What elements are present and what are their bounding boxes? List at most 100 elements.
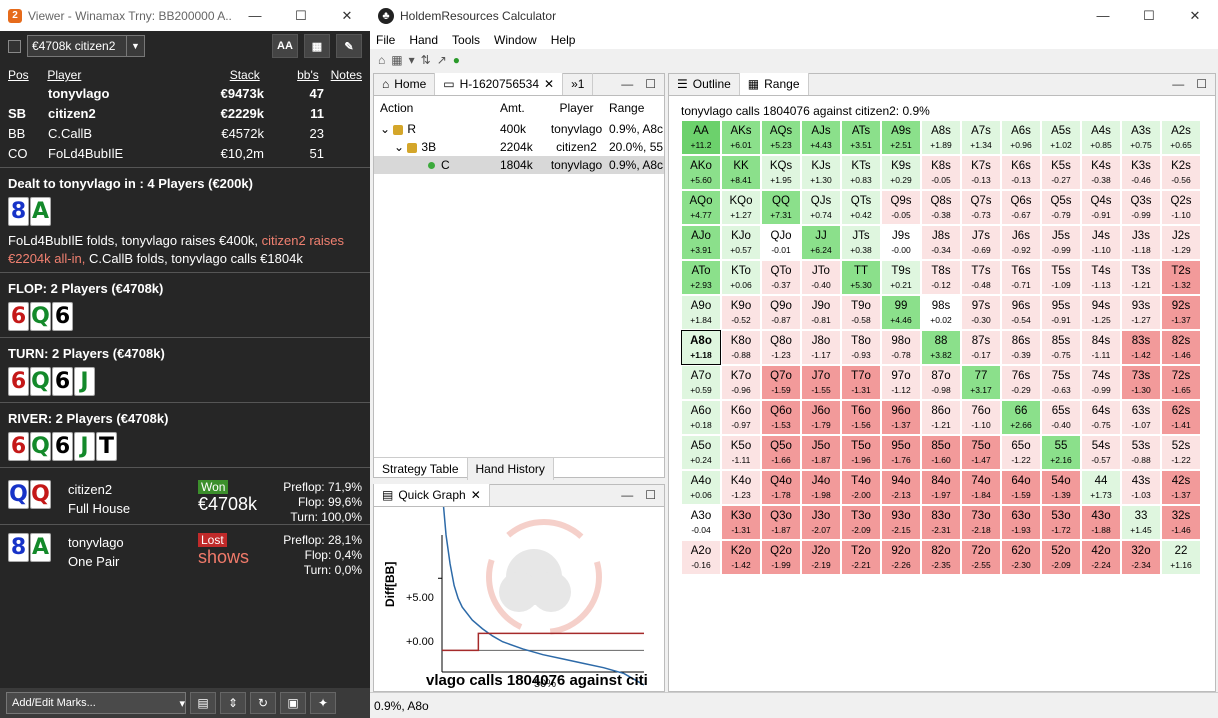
range-cell-64o[interactable]: 64o -1.59 [1001, 470, 1041, 505]
range-cell-ATo[interactable]: ATo +2.93 [681, 260, 721, 295]
tab-overflow[interactable]: »1 [563, 73, 594, 95]
marks-combo[interactable]: Add/Edit Marks... ▾ [6, 692, 186, 714]
range-cell-A8o[interactable]: A8o +1.18 [681, 330, 721, 365]
range-cell-T7o[interactable]: T7o -1.31 [841, 365, 881, 400]
chart-icon[interactable]: ↗ [437, 53, 447, 67]
range-cell-Q5o[interactable]: Q5o -1.66 [761, 435, 801, 470]
range-cell-K4o[interactable]: K4o -1.23 [721, 470, 761, 505]
select-checkbox[interactable] [8, 39, 21, 53]
menu-tools[interactable]: Tools [452, 33, 480, 47]
range-cell-QQ[interactable]: QQ +7.31 [761, 190, 801, 225]
range-cell-98s[interactable]: 98s +0.02 [921, 295, 961, 330]
range-cell-53s[interactable]: 53s -0.88 [1121, 435, 1161, 470]
range-cell-T5o[interactable]: T5o -1.96 [841, 435, 881, 470]
range-cell-K6o[interactable]: K6o -0.97 [721, 400, 761, 435]
range-cell-Q5s[interactable]: Q5s -0.79 [1041, 190, 1081, 225]
range-cell-A8s[interactable]: A8s +1.89 [921, 120, 961, 155]
range-cell-A4s[interactable]: A4s +0.85 [1081, 120, 1121, 155]
range-cell-J3s[interactable]: J3s -1.18 [1121, 225, 1161, 260]
range-cell-ATs[interactable]: ATs +3.51 [841, 120, 881, 155]
range-cell-22[interactable]: 22 +1.16 [1161, 540, 1201, 575]
range-cell-43o[interactable]: 43o -1.88 [1081, 505, 1121, 540]
range-cell-K8o[interactable]: K8o -0.88 [721, 330, 761, 365]
range-cell-93o[interactable]: 93o -2.15 [881, 505, 921, 540]
range-cell-Q7o[interactable]: Q7o -1.59 [761, 365, 801, 400]
range-cell-T9s[interactable]: T9s +0.21 [881, 260, 921, 295]
range-cell-75s[interactable]: 75s -0.63 [1041, 365, 1081, 400]
range-cell-J6s[interactable]: J6s -0.92 [1001, 225, 1041, 260]
maximize-icon[interactable]: ☐ [645, 488, 656, 502]
range-cell-87s[interactable]: 87s -0.17 [961, 330, 1001, 365]
range-cell-KTs[interactable]: KTs +0.83 [841, 155, 881, 190]
hand-combo[interactable]: €4708k citizen2 ▼ [27, 35, 145, 57]
range-cell-K2s[interactable]: K2s -0.56 [1161, 155, 1201, 190]
range-cell-T3o[interactable]: T3o -2.09 [841, 505, 881, 540]
range-cell-JTo[interactable]: JTo -0.40 [801, 260, 841, 295]
range-cell-A6s[interactable]: A6s +0.96 [1001, 120, 1041, 155]
minimize-icon[interactable]: — [621, 488, 633, 502]
import-icon[interactable]: ⇅ [421, 53, 431, 67]
range-cell-33[interactable]: 33 +1.45 [1121, 505, 1161, 540]
range-cell-A7o[interactable]: A7o +0.59 [681, 365, 721, 400]
range-cell-J5o[interactable]: J5o -1.87 [801, 435, 841, 470]
range-cell-86s[interactable]: 86s -0.39 [1001, 330, 1041, 365]
range-cell-Q2o[interactable]: Q2o -1.99 [761, 540, 801, 575]
range-cell-Q9o[interactable]: Q9o -0.87 [761, 295, 801, 330]
range-cell-AQo[interactable]: AQo +4.77 [681, 190, 721, 225]
range-cell-85o[interactable]: 85o -1.60 [921, 435, 961, 470]
range-cell-K3s[interactable]: K3s -0.46 [1121, 155, 1161, 190]
range-cell-74o[interactable]: 74o -1.84 [961, 470, 1001, 505]
range-cell-K7s[interactable]: K7s -0.13 [961, 155, 1001, 190]
range-cell-KTo[interactable]: KTo +0.06 [721, 260, 761, 295]
range-cell-KJs[interactable]: KJs +1.30 [801, 155, 841, 190]
range-cell-J4o[interactable]: J4o -1.98 [801, 470, 841, 505]
maximize-icon[interactable]: ☐ [1196, 77, 1207, 91]
range-cell-73s[interactable]: 73s -1.30 [1121, 365, 1161, 400]
range-cell-K4s[interactable]: K4s -0.38 [1081, 155, 1121, 190]
range-cell-A9s[interactable]: A9s +2.51 [881, 120, 921, 155]
range-cell-K6s[interactable]: K6s -0.13 [1001, 155, 1041, 190]
range-cell-A3o[interactable]: A3o -0.04 [681, 505, 721, 540]
range-cell-A6o[interactable]: A6o +0.18 [681, 400, 721, 435]
close-icon[interactable]: ✕ [544, 77, 554, 91]
menu-help[interactable]: Help [551, 33, 576, 47]
range-cell-A5s[interactable]: A5s +1.02 [1041, 120, 1081, 155]
range-cell-KJo[interactable]: KJo +0.57 [721, 225, 761, 260]
range-cell-QJs[interactable]: QJs +0.74 [801, 190, 841, 225]
range-cell-J4s[interactable]: J4s -1.10 [1081, 225, 1121, 260]
col-pos[interactable]: Pos [8, 68, 47, 82]
range-cell-54s[interactable]: 54s -0.57 [1081, 435, 1121, 470]
range-cell-43s[interactable]: 43s -1.03 [1121, 470, 1161, 505]
range-cell-93s[interactable]: 93s -1.27 [1121, 295, 1161, 330]
range-cell-54o[interactable]: 54o -1.39 [1041, 470, 1081, 505]
range-cell-66[interactable]: 66 +2.66 [1001, 400, 1041, 435]
range-cell-A2o[interactable]: A2o -0.16 [681, 540, 721, 575]
range-cell-J9o[interactable]: J9o -0.81 [801, 295, 841, 330]
range-cell-65s[interactable]: 65s -0.40 [1041, 400, 1081, 435]
range-cell-A2s[interactable]: A2s +0.65 [1161, 120, 1201, 155]
range-cell-A3s[interactable]: A3s +0.75 [1121, 120, 1161, 155]
tab-strategy-table[interactable]: Strategy Table [374, 458, 468, 480]
tree-row[interactable]: ⌄ R 400k tonyvlago 0.9%, A8c [374, 120, 664, 138]
range-cell-32o[interactable]: 32o -2.34 [1121, 540, 1161, 575]
clipboard-icon[interactable]: ▤ [190, 692, 216, 714]
tab-outline[interactable]: ☰ Outline [669, 73, 740, 95]
run-icon[interactable]: ● [453, 53, 460, 67]
range-cell-83s[interactable]: 83s -1.42 [1121, 330, 1161, 365]
range-cell-82s[interactable]: 82s -1.46 [1161, 330, 1201, 365]
close-button[interactable]: ✕ [324, 8, 370, 24]
range-cell-84s[interactable]: 84s -1.11 [1081, 330, 1121, 365]
range-cell-Q8s[interactable]: Q8s -0.38 [921, 190, 961, 225]
home-icon[interactable]: ⌂ [378, 53, 385, 67]
range-cell-88[interactable]: 88 +3.82 [921, 330, 961, 365]
range-cell-K5s[interactable]: K5s -0.27 [1041, 155, 1081, 190]
tab-home[interactable]: ⌂ Home [374, 73, 436, 95]
range-cell-Q8o[interactable]: Q8o -1.23 [761, 330, 801, 365]
range-cell-K7o[interactable]: K7o -0.96 [721, 365, 761, 400]
grid-icon[interactable]: ▦ [304, 34, 330, 58]
range-cell-JTs[interactable]: JTs +0.38 [841, 225, 881, 260]
col-player[interactable]: Player [47, 68, 165, 82]
new-hand-icon[interactable]: ▦ [391, 53, 402, 67]
minimize-icon[interactable]: — [621, 77, 633, 91]
maximize-button[interactable]: ☐ [278, 8, 324, 24]
